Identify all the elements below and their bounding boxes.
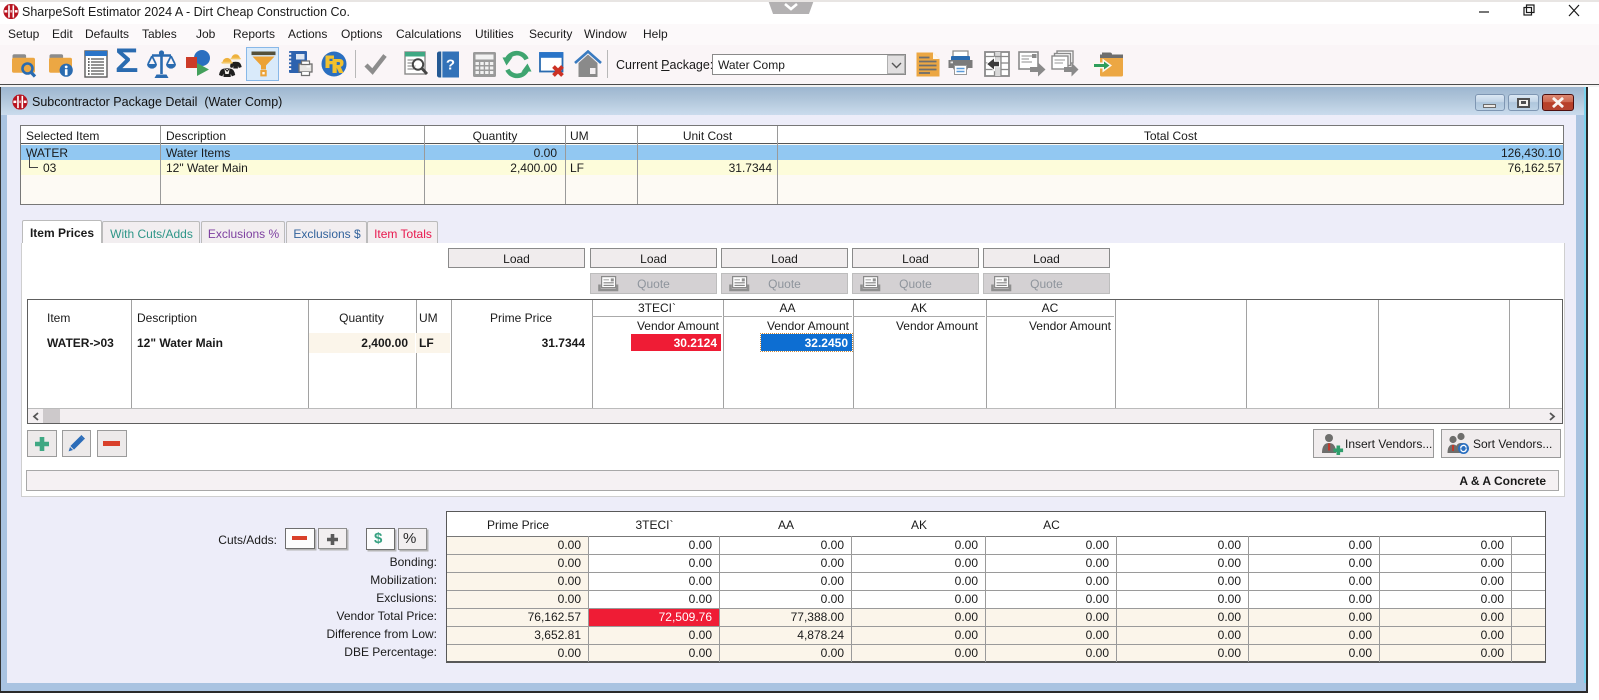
svg-text:?: ? — [446, 57, 455, 74]
